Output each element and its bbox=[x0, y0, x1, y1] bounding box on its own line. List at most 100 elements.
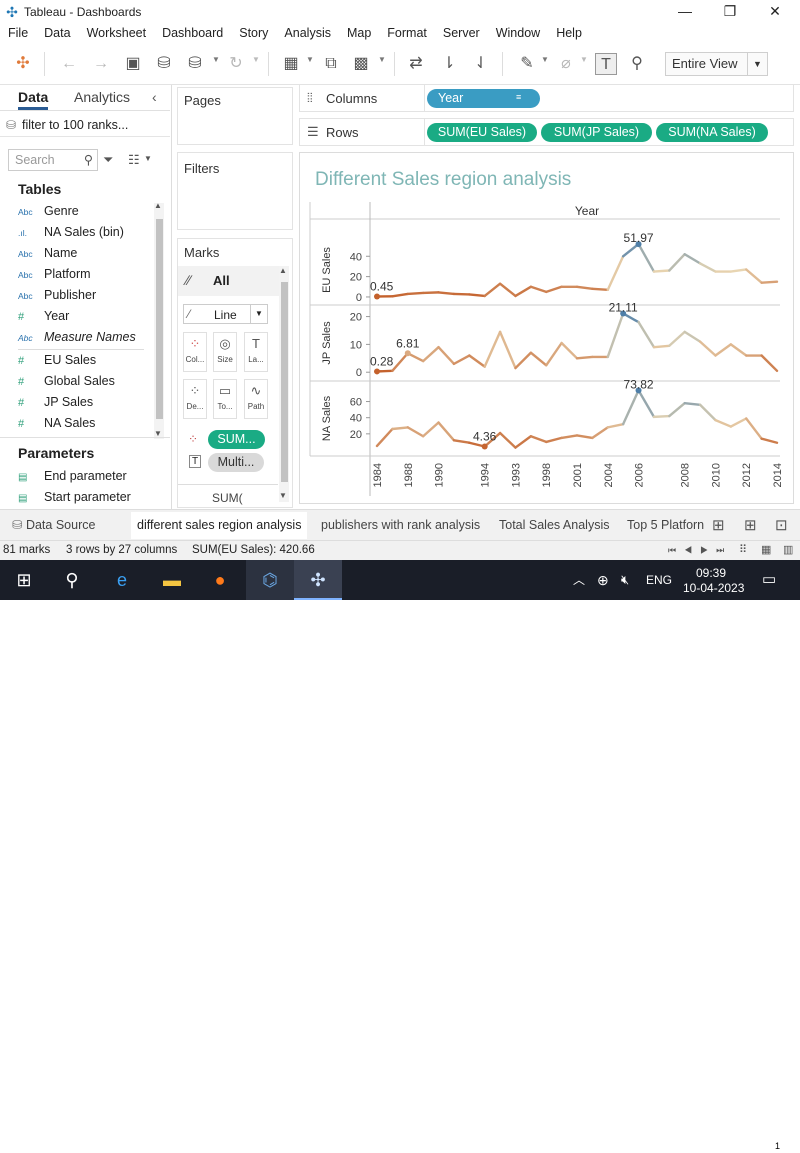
menu-story[interactable]: Story bbox=[231, 26, 276, 40]
fields-scrollbar[interactable]: ▲ ▼ bbox=[154, 203, 164, 439]
field-global-sales[interactable]: #Global Sales bbox=[18, 371, 115, 392]
show-mark-labels-icon[interactable]: T bbox=[595, 53, 617, 75]
menu-analysis[interactable]: Analysis bbox=[276, 26, 339, 40]
fix-axes-icon[interactable]: ⚲ bbox=[626, 53, 648, 75]
pause-updates-icon[interactable]: ⛁ bbox=[184, 53, 206, 75]
close-button[interactable]: ✕ bbox=[752, 0, 798, 23]
clear-sheet-icon[interactable]: ▩ bbox=[350, 53, 372, 75]
clock-date[interactable]: 10-04-2023 bbox=[683, 568, 744, 608]
undo-icon[interactable]: ← bbox=[58, 53, 80, 75]
tab-top-5-platform[interactable]: Top 5 Platforn bbox=[621, 512, 705, 539]
scroll-up-icon[interactable]: ▲ bbox=[154, 201, 162, 210]
field-genre[interactable]: AbcGenre bbox=[18, 201, 79, 222]
menu-file[interactable]: File bbox=[0, 26, 36, 40]
fit-dropdown[interactable]: Entire View ▼ bbox=[665, 52, 768, 76]
label-mark-button[interactable]: TLa... bbox=[244, 332, 268, 372]
save-icon[interactable]: ▣ bbox=[122, 53, 144, 75]
filter-icon[interactable]: ⏷ bbox=[103, 152, 113, 168]
detail-mark-button[interactable]: ⁘De... bbox=[183, 379, 207, 419]
field-jp-sales[interactable]: #JP Sales bbox=[18, 392, 93, 413]
menu-format[interactable]: Format bbox=[379, 26, 435, 40]
menu-help[interactable]: Help bbox=[548, 26, 590, 40]
firefox-icon[interactable]: ● bbox=[196, 560, 244, 600]
jp-sales-pill[interactable]: SUM(JP Sales) bbox=[541, 123, 652, 142]
search-icon[interactable]: ⚲ bbox=[48, 560, 96, 600]
menu-server[interactable]: Server bbox=[435, 26, 488, 40]
field-eu-sales[interactable]: #EU Sales bbox=[18, 350, 96, 371]
windows-start-icon[interactable]: ⊞ bbox=[0, 560, 48, 600]
tab-different-sales-region-analysis[interactable]: different sales region analysis bbox=[131, 512, 307, 539]
chevron-down-icon[interactable]: ▼ bbox=[252, 55, 260, 64]
duplicate-sheet-icon[interactable]: ⧉ bbox=[320, 53, 342, 75]
show-tabs-icon[interactable]: ▦ bbox=[761, 541, 771, 560]
scroll-up-icon[interactable]: ▲ bbox=[279, 266, 287, 275]
color-mark-button[interactable]: ⁘Col... bbox=[183, 332, 207, 372]
field-measure-names[interactable]: AbcMeasure Names bbox=[18, 327, 136, 348]
mark-type-dropdown[interactable]: ⁄ Line ▼ bbox=[183, 304, 268, 324]
field-publisher[interactable]: AbcPublisher bbox=[18, 285, 96, 306]
new-worksheet-icon[interactable]: ⊞ bbox=[712, 516, 725, 534]
scrollbar-thumb[interactable] bbox=[281, 282, 288, 482]
refresh-icon[interactable]: ↻ bbox=[225, 53, 247, 75]
menu-data[interactable]: Data bbox=[36, 26, 78, 40]
marks-scrollbar[interactable]: ▲ ▼ bbox=[279, 266, 289, 502]
chevron-down-icon[interactable]: ▼ bbox=[306, 55, 314, 64]
group-members-icon[interactable]: ⌀ bbox=[555, 53, 577, 75]
new-story-icon[interactable]: ⊡ bbox=[775, 516, 788, 534]
eu-sales-pill[interactable]: SUM(EU Sales) bbox=[427, 123, 537, 142]
edge-browser-icon[interactable]: e bbox=[98, 560, 146, 600]
na-sales-pill[interactable]: SUM(NA Sales) bbox=[656, 123, 768, 142]
chevron-down-icon[interactable]: ▼ bbox=[541, 55, 549, 64]
tray-up-arrow-icon[interactable]: ︿ bbox=[573, 560, 585, 600]
file-explorer-icon[interactable]: ▬ bbox=[148, 560, 196, 600]
field-year[interactable]: #Year bbox=[18, 306, 69, 327]
worksheet-view[interactable]: Different Sales region analysis YearEU S… bbox=[299, 152, 794, 504]
menu-map[interactable]: Map bbox=[339, 26, 379, 40]
data-source-tab[interactable]: ⛁ Data Source bbox=[6, 512, 101, 539]
color-pill[interactable]: SUM... bbox=[208, 430, 265, 449]
datasource-item[interactable]: ⛁ filter to 100 ranks... bbox=[0, 113, 170, 137]
param-start[interactable]: ▤Start parameter bbox=[18, 487, 131, 508]
year-pill[interactable]: Year bbox=[427, 89, 540, 108]
sort-ascending-icon[interactable]: ⇂ bbox=[438, 53, 460, 75]
field-platform[interactable]: AbcPlatform bbox=[18, 264, 91, 285]
show-sheet-sorter-icon[interactable]: ▥ bbox=[783, 541, 793, 560]
highlight-icon[interactable]: ✎ bbox=[516, 53, 538, 75]
field-na-sales-bin[interactable]: .ıl.NA Sales (bin) bbox=[18, 222, 124, 243]
notifications-icon[interactable]: ▭ bbox=[762, 560, 776, 600]
maximize-button[interactable]: ❐ bbox=[707, 0, 753, 23]
redo-icon[interactable]: → bbox=[90, 53, 112, 75]
tableau-home-icon[interactable]: ✣ bbox=[12, 53, 34, 75]
rows-shelf[interactable]: ☰ Rows SUM(EU Sales) SUM(JP Sales) SUM(N… bbox=[299, 118, 794, 146]
minimize-button[interactable]: — bbox=[662, 0, 708, 23]
scroll-down-icon[interactable]: ▼ bbox=[279, 491, 287, 500]
param-end[interactable]: ▤End parameter bbox=[18, 466, 127, 487]
network-icon[interactable]: ⊕ bbox=[597, 560, 609, 600]
marks-all-row[interactable]: ∕∕ All bbox=[178, 266, 279, 296]
tableau-icon[interactable]: ✣ bbox=[294, 560, 342, 600]
new-dashboard-icon[interactable]: ⊞ bbox=[744, 516, 757, 534]
search-input[interactable]: Search ⚲ bbox=[8, 149, 98, 171]
columns-shelf[interactable]: ⦙⦙ Columns Year ≡ bbox=[299, 84, 794, 112]
chevron-down-icon[interactable]: ▼ bbox=[212, 55, 220, 64]
new-datasource-icon[interactable]: ⛁ bbox=[153, 53, 175, 75]
tab-total-sales-analysis[interactable]: Total Sales Analysis bbox=[493, 512, 615, 539]
field-name[interactable]: AbcName bbox=[18, 243, 77, 264]
sales-line-chart[interactable]: YearEU Sales020400.4551.97JP Sales010200… bbox=[300, 153, 795, 505]
field-na-sales[interactable]: #NA Sales bbox=[18, 413, 95, 434]
label-pill[interactable]: Multi... bbox=[208, 453, 264, 472]
scrollbar-thumb[interactable] bbox=[156, 219, 163, 419]
menu-window[interactable]: Window bbox=[488, 26, 548, 40]
language-indicator[interactable]: ENG bbox=[646, 560, 672, 600]
show-filmstrip-icon[interactable]: ⠿ bbox=[739, 541, 747, 560]
menu-dashboard[interactable]: Dashboard bbox=[154, 26, 231, 40]
menu-worksheet[interactable]: Worksheet bbox=[79, 26, 155, 40]
new-worksheet-icon[interactable]: ▦ bbox=[280, 53, 302, 75]
chevron-down-icon[interactable]: ▼ bbox=[144, 154, 152, 163]
tableau-prep-icon[interactable]: ⌬ bbox=[246, 560, 294, 600]
swap-rows-columns-icon[interactable]: ⇄ bbox=[405, 53, 427, 75]
tooltip-mark-button[interactable]: ▭To... bbox=[213, 379, 237, 419]
volume-muted-icon[interactable]: 🔇︎ bbox=[621, 560, 629, 600]
view-list-icon[interactable]: ☷ bbox=[128, 152, 140, 168]
sort-descending-icon[interactable]: ⇃ bbox=[470, 53, 492, 75]
